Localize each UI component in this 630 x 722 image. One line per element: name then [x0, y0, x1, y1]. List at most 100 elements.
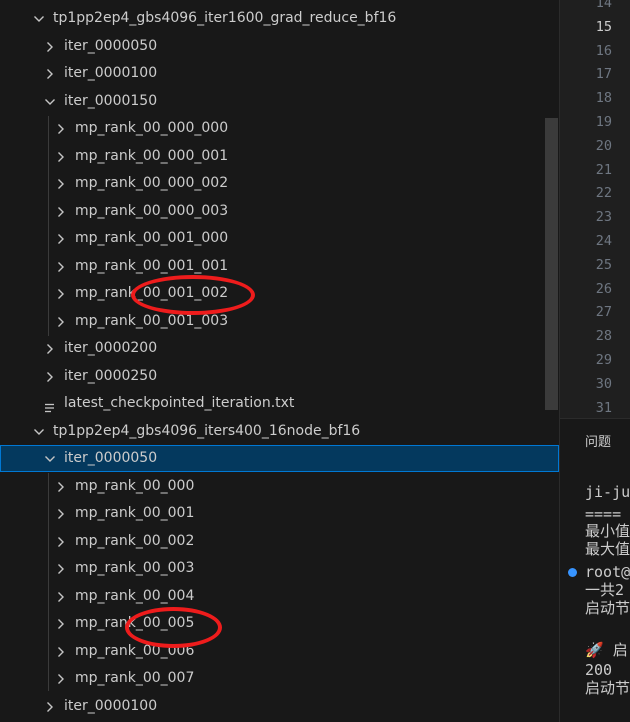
chevron-right-icon[interactable] [44, 693, 56, 720]
command-decoration-icon[interactable] [568, 568, 577, 577]
tree-item-label: iter_0000050 [64, 38, 158, 54]
tree-folder-item[interactable]: mp_rank_00_001_002 [0, 280, 559, 307]
tree-item-label: iter_0000100 [64, 65, 158, 81]
tree-folder-item[interactable]: mp_rank_00_007 [0, 665, 559, 692]
tree-item-label: mp_rank_00_002 [75, 533, 195, 549]
tree-folder-item[interactable]: iter_0000250 [0, 363, 559, 390]
terminal-line: ji-ju [585, 483, 630, 501]
terminal-line: 最小值 [585, 522, 630, 540]
tree-folder-item[interactable]: mp_rank_00_003 [0, 555, 559, 582]
terminal-line: 启动节 [585, 679, 630, 697]
bottom-panel: 问题 ji-ju ==== 最小值 最大值 root@ 一共2 启动节 🚀 启 200 启动节 [560, 419, 630, 722]
tree-item-label: iter_0000150 [64, 93, 158, 109]
chevron-down-icon[interactable] [33, 418, 45, 445]
chevron-right-icon[interactable] [44, 335, 56, 362]
chevron-right-icon[interactable] [44, 33, 56, 60]
tree-item-label: mp_rank_00_007 [75, 670, 195, 686]
tree-folder-item[interactable]: mp_rank_00_001 [0, 500, 559, 527]
line-number: 21 [595, 161, 612, 178]
chevron-right-icon[interactable] [55, 143, 67, 170]
chevron-right-icon[interactable] [55, 638, 67, 665]
tree-item-label: iter_0000050 [64, 450, 158, 466]
terminal-line: root@ [585, 563, 630, 581]
chevron-right-icon[interactable] [55, 473, 67, 500]
tree-item-label: mp_rank_00_001_001 [75, 258, 229, 274]
chevron-right-icon[interactable] [44, 60, 56, 87]
chevron-right-icon[interactable] [55, 170, 67, 197]
terminal-line: 最大值 [585, 540, 630, 558]
chevron-right-icon[interactable] [55, 665, 67, 692]
tree-folder-item[interactable]: mp_rank_00_002 [0, 528, 559, 555]
chevron-down-icon[interactable] [44, 88, 56, 115]
chevron-down-icon[interactable] [44, 445, 56, 472]
tree-folder-item[interactable]: tp1pp2ep4_gbs4096_iter1600_grad_reduce_b… [0, 5, 559, 32]
chevron-down-icon[interactable] [33, 5, 45, 32]
tree-file-item[interactable]: latest_checkpointed_iteration.txt [0, 390, 559, 417]
line-number: 30 [595, 375, 612, 392]
tree-folder-item[interactable]: mp_rank_00_000 [0, 473, 559, 500]
indent-guide [48, 116, 49, 336]
chevron-right-icon[interactable] [55, 555, 67, 582]
line-number: 18 [595, 90, 612, 107]
tree-item-label: iter_0000200 [64, 340, 158, 356]
chevron-right-icon[interactable] [55, 115, 67, 142]
tree-item-label: mp_rank_00_000 [75, 478, 195, 494]
line-number: 27 [595, 304, 612, 321]
file-explorer: tp1pp2ep4_gbs4096_iter1600_grad_reduce_b… [0, 0, 559, 722]
tree-folder-item[interactable]: iter_0000050 [0, 33, 559, 60]
line-number: 14 [595, 0, 612, 11]
chevron-right-icon[interactable] [55, 500, 67, 527]
tree-folder-item[interactable]: iter_0000100 [0, 60, 559, 87]
tree-folder-item[interactable]: iter_0000200 [0, 335, 559, 362]
tree-folder-item[interactable]: mp_rank_00_006 [0, 638, 559, 665]
tree-folder-item[interactable]: iter_0000150 [0, 88, 559, 115]
tree-item-label: iter_0000250 [64, 368, 158, 384]
line-number: 20 [595, 137, 612, 154]
explorer-scrollbar[interactable] [545, 118, 558, 410]
chevron-right-icon[interactable] [55, 528, 67, 555]
chevron-right-icon[interactable] [55, 583, 67, 610]
editor-gutter: 14 15 16 17 18 19 20 21 22 23 24 25 26 27 28 29 30 31 [560, 0, 630, 418]
chevron-right-icon[interactable] [55, 280, 67, 307]
terminal-line: 200 [585, 661, 613, 679]
tree-item-label: mp_rank_00_001 [75, 505, 195, 521]
line-number: 28 [595, 328, 612, 345]
indent-guide [48, 473, 49, 691]
tree-folder-item[interactable]: mp_rank_00_000_000 [0, 115, 559, 142]
tree-folder-item[interactable]: mp_rank_00_005 [0, 610, 559, 637]
tree-item-label: iter_0000100 [64, 698, 158, 714]
tree-item-label: mp_rank_00_000_000 [75, 120, 229, 136]
tree-folder-item[interactable]: mp_rank_00_001_001 [0, 253, 559, 280]
line-number: 26 [595, 280, 612, 297]
chevron-right-icon[interactable] [55, 308, 67, 335]
tree-folder-item[interactable]: mp_rank_00_001_000 [0, 225, 559, 252]
tree-item-label: mp_rank_00_003 [75, 560, 195, 576]
tree-item-label: mp_rank_00_001_003 [75, 313, 229, 329]
tree-item-label: mp_rank_00_006 [75, 643, 195, 659]
tree-folder-item[interactable]: mp_rank_00_000_002 [0, 170, 559, 197]
chevron-right-icon[interactable] [55, 225, 67, 252]
tree-item-label: mp_rank_00_005 [75, 615, 195, 631]
tree-item-label: tp1pp2ep4_gbs4096_iters400_16node_bf16 [53, 423, 361, 439]
tab-problems[interactable]: 问题 [585, 431, 611, 450]
tree-folder-item[interactable]: mp_rank_00_001_003 [0, 308, 559, 335]
line-number: 16 [595, 42, 612, 59]
terminal-line: 一共2 [585, 581, 625, 599]
chevron-right-icon[interactable] [44, 363, 56, 390]
tree-folder-item[interactable]: tp1pp2ep4_gbs4096_iters400_16node_bf16 [0, 418, 559, 445]
tree-folder-item[interactable]: mp_rank_00_004 [0, 583, 559, 610]
tree-item-label: latest_checkpointed_iteration.txt [64, 395, 295, 411]
line-number: 19 [595, 114, 612, 130]
terminal-line: 启动节 [585, 599, 630, 617]
tree-folder-item[interactable]: mp_rank_00_000_003 [0, 198, 559, 225]
tree-item-label: tp1pp2ep4_gbs4096_iter1600_grad_reduce_b… [53, 10, 397, 26]
chevron-right-icon[interactable] [55, 198, 67, 225]
tree-folder-item[interactable]: mp_rank_00_000_001 [0, 143, 559, 170]
tree-folder-item[interactable]: iter_0000100 [0, 693, 559, 720]
tree-folder-item[interactable]: iter_0000050 [0, 445, 559, 472]
line-number: 31 [595, 399, 612, 416]
line-number: 25 [595, 256, 612, 273]
chevron-right-icon[interactable] [55, 253, 67, 280]
chevron-right-icon[interactable] [55, 610, 67, 637]
line-number: 23 [595, 209, 612, 226]
